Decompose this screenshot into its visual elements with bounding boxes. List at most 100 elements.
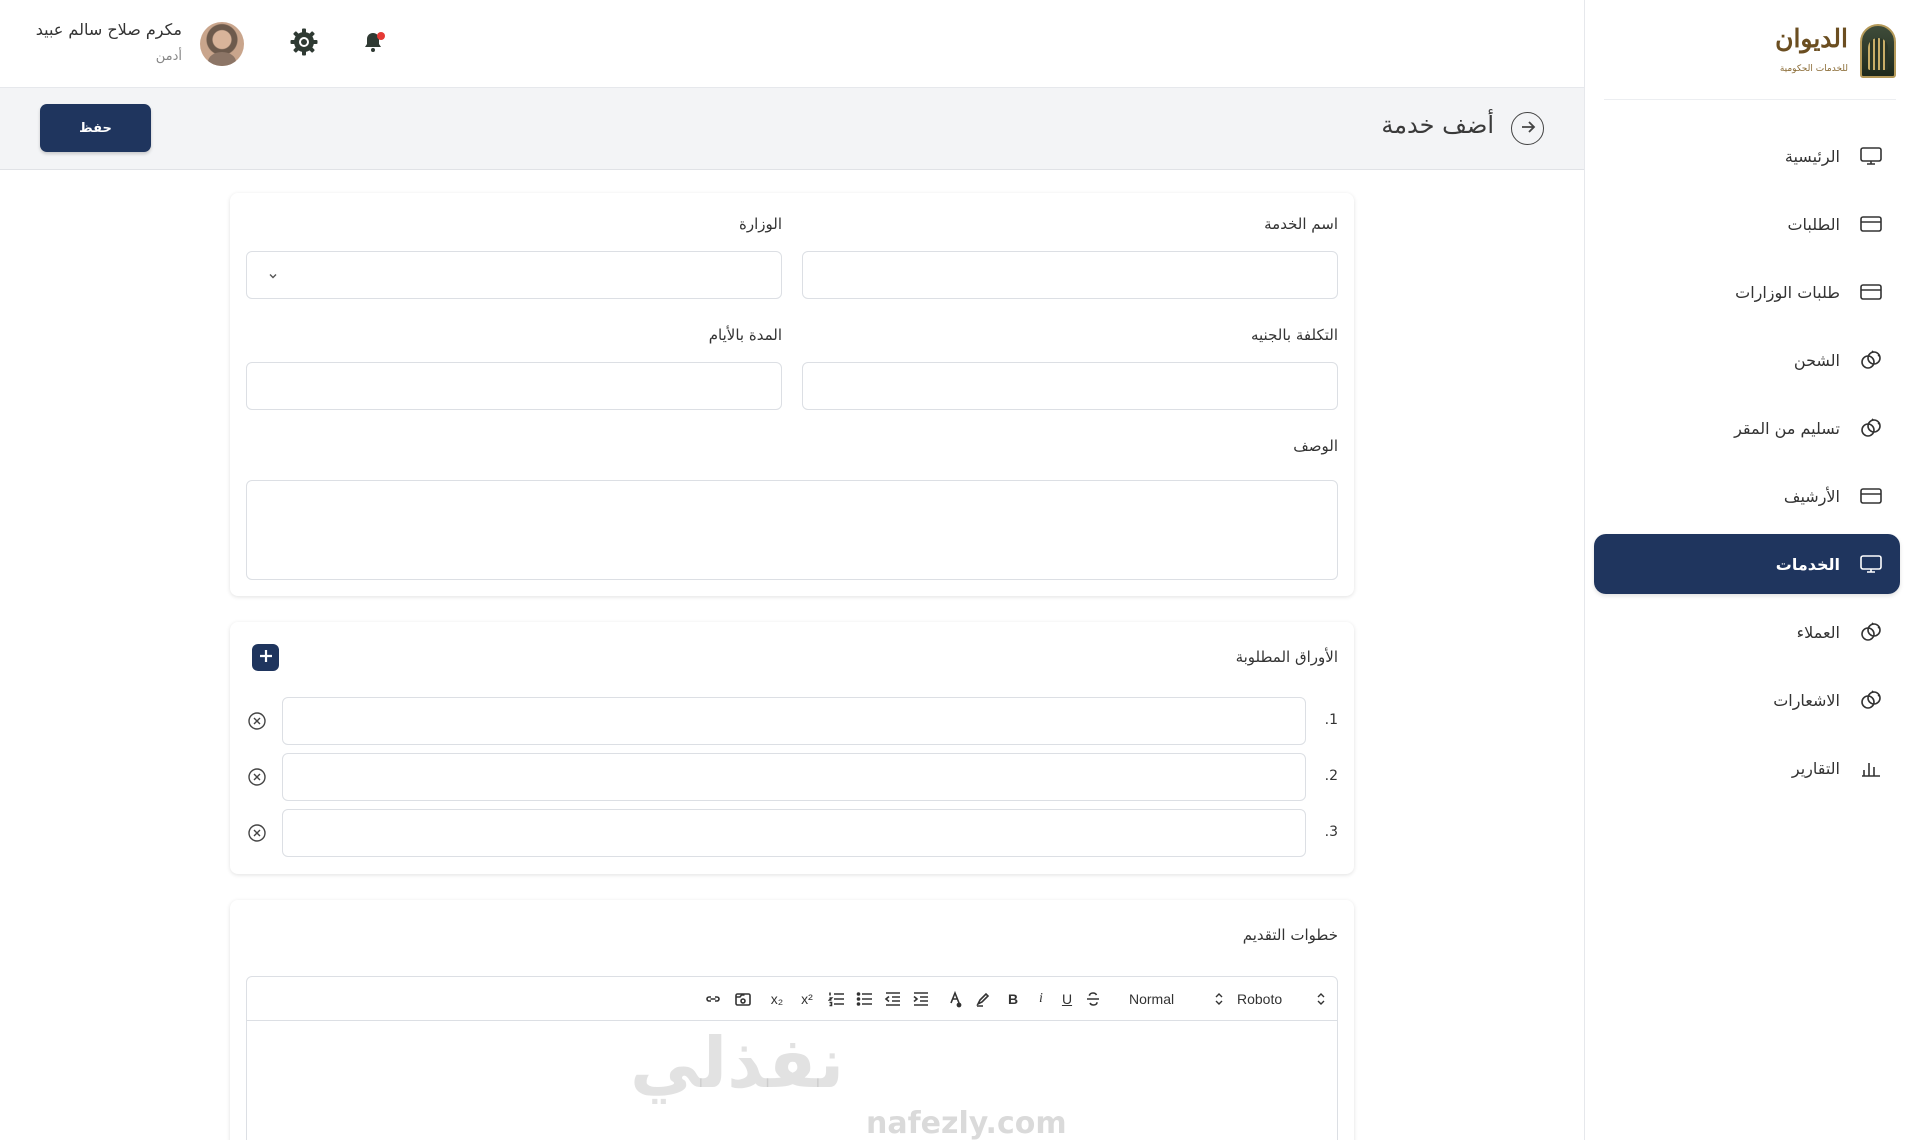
card-icon bbox=[1858, 484, 1884, 508]
required-documents-card: الأوراق المطلوبة .1 .2 .3 bbox=[230, 622, 1354, 874]
sidebar-item-clients[interactable]: العملاء bbox=[1594, 602, 1900, 662]
sidebar-item-services[interactable]: الخدمات bbox=[1594, 534, 1900, 594]
link-circles-icon bbox=[1858, 688, 1884, 712]
settings-button[interactable] bbox=[288, 28, 320, 60]
sidebar-item-requests[interactable]: الطلبات bbox=[1594, 194, 1900, 254]
sidebar-item-label: الاشعارات bbox=[1773, 690, 1840, 710]
sidebar-item-notifications[interactable]: الاشعارات bbox=[1594, 670, 1900, 730]
watermark-latin: nafezly.com bbox=[866, 1106, 1067, 1140]
add-document-button[interactable] bbox=[252, 644, 279, 671]
font-size-value: Normal bbox=[1129, 991, 1175, 1007]
subscript-button[interactable]: x₂ bbox=[767, 987, 787, 1011]
ministry-label: الوزارة bbox=[738, 215, 782, 233]
duration-label: المدة بالأيام bbox=[708, 326, 782, 344]
strikethrough-icon bbox=[1087, 992, 1099, 1006]
numbered-list-icon bbox=[828, 992, 844, 1007]
sidebar-item-home[interactable]: الرئيسية bbox=[1594, 126, 1900, 186]
sidebar: الديوان للخدمات الحكومية الرئيسية الطلبا… bbox=[1584, 0, 1920, 1140]
font-family-value: Roboto bbox=[1237, 991, 1283, 1007]
close-circle-icon bbox=[248, 824, 266, 842]
document-input[interactable] bbox=[282, 697, 1306, 745]
duration-input[interactable] bbox=[246, 362, 782, 410]
insert-link-button[interactable] bbox=[703, 987, 723, 1011]
sidebar-item-label: التقارير bbox=[1791, 758, 1840, 778]
page-title: أضف خدمة bbox=[1381, 111, 1494, 139]
sidebar-item-archive[interactable]: الأرشيف bbox=[1594, 466, 1900, 526]
sidebar-item-label: تسليم من المقر bbox=[1734, 418, 1840, 438]
sidebar-item-ministry-requests[interactable]: طلبات الوزارات bbox=[1594, 262, 1900, 322]
sidebar-item-shipping[interactable]: الشحن bbox=[1594, 330, 1900, 390]
notification-dot bbox=[377, 32, 385, 40]
notifications-button[interactable] bbox=[360, 30, 386, 58]
indent-icon bbox=[913, 992, 928, 1006]
insert-image-button[interactable] bbox=[733, 987, 753, 1011]
numbered-list-button[interactable] bbox=[827, 987, 847, 1011]
save-button[interactable]: حفظ bbox=[40, 104, 151, 152]
text-color-icon bbox=[950, 990, 962, 1008]
close-circle-icon bbox=[248, 768, 266, 786]
brand-logo[interactable]: الديوان للخدمات الحكومية bbox=[1604, 18, 1896, 100]
document-input[interactable] bbox=[282, 753, 1306, 801]
underline-button[interactable]: U bbox=[1057, 987, 1077, 1011]
document-input[interactable] bbox=[282, 809, 1306, 857]
remove-document-button[interactable] bbox=[247, 711, 267, 731]
sidebar-item-reports[interactable]: التقارير bbox=[1594, 738, 1900, 798]
bar-chart-icon bbox=[1858, 756, 1884, 780]
page-header: حفظ أضف خدمة bbox=[0, 88, 1584, 170]
plus-icon bbox=[258, 648, 274, 668]
ministry-select[interactable] bbox=[246, 251, 782, 299]
sidebar-item-pickup[interactable]: تسليم من المقر bbox=[1594, 398, 1900, 458]
strikethrough-button[interactable] bbox=[1083, 987, 1103, 1011]
bold-button[interactable]: B bbox=[1003, 987, 1023, 1011]
card-icon bbox=[1858, 280, 1884, 304]
close-circle-icon bbox=[248, 712, 266, 730]
gear-icon bbox=[289, 27, 319, 61]
bullet-list-button[interactable] bbox=[855, 987, 875, 1011]
font-size-select[interactable]: Normal bbox=[1129, 987, 1225, 1011]
remove-document-button[interactable] bbox=[247, 767, 267, 787]
sidebar-item-label: الرئيسية bbox=[1784, 146, 1840, 166]
text-color-button[interactable] bbox=[945, 987, 965, 1011]
link-circles-icon bbox=[1858, 416, 1884, 440]
image-icon bbox=[735, 993, 751, 1006]
link-circles-icon bbox=[1858, 348, 1884, 372]
outdent-button[interactable] bbox=[883, 987, 903, 1011]
outdent-icon bbox=[884, 992, 900, 1006]
sidebar-item-label: طلبات الوزارات bbox=[1735, 282, 1840, 302]
editor-toolbar: Roboto Normal U i B x² x₂ bbox=[247, 977, 1337, 1021]
document-row: .1 bbox=[230, 697, 1354, 745]
indent-button[interactable] bbox=[911, 987, 931, 1011]
watermark-arabic: نفذلي bbox=[630, 1022, 845, 1104]
description-textarea[interactable] bbox=[246, 480, 1338, 580]
avatar[interactable] bbox=[200, 22, 244, 66]
service-name-input[interactable] bbox=[802, 251, 1338, 299]
top-bar: مكرم صلاح سالم عبيد أدمن bbox=[0, 0, 1584, 88]
sidebar-item-label: الأرشيف bbox=[1783, 486, 1840, 506]
document-number: .3 bbox=[1324, 824, 1338, 840]
cost-label: التكلفة بالجنيه bbox=[1250, 326, 1338, 344]
select-arrows-icon bbox=[1215, 993, 1223, 1005]
highlight-button[interactable] bbox=[973, 987, 993, 1011]
service-name-label: اسم الخدمة bbox=[1264, 215, 1338, 233]
bullet-list-icon bbox=[856, 992, 872, 1006]
application-steps-card: خطوات التقديم Roboto Normal U i B x² x₂ bbox=[230, 900, 1354, 1140]
italic-button[interactable]: i bbox=[1031, 987, 1051, 1011]
sidebar-item-label: العملاء bbox=[1796, 622, 1840, 642]
sidebar-item-label: الخدمات bbox=[1775, 554, 1840, 574]
brand-subtitle: للخدمات الحكومية bbox=[1779, 64, 1848, 74]
service-info-card: اسم الخدمة الوزارة التكلفة بالجنيه المدة… bbox=[230, 193, 1354, 596]
chevron-down-icon bbox=[267, 270, 279, 282]
brand-emblem-icon bbox=[1860, 24, 1896, 78]
document-number: .1 bbox=[1324, 712, 1338, 728]
font-family-select[interactable]: Roboto bbox=[1237, 987, 1327, 1011]
bold-icon: B bbox=[1007, 991, 1019, 1007]
back-button[interactable] bbox=[1511, 112, 1544, 145]
sidebar-nav: الرئيسية الطلبات طلبات الوزارات الشحن تس… bbox=[1594, 126, 1900, 806]
document-row: .2 bbox=[230, 753, 1354, 801]
link-circles-icon bbox=[1858, 620, 1884, 644]
cost-input[interactable] bbox=[802, 362, 1338, 410]
superscript-button[interactable]: x² bbox=[797, 987, 817, 1011]
remove-document-button[interactable] bbox=[247, 823, 267, 843]
select-arrows-icon bbox=[1317, 993, 1325, 1005]
document-row: .3 bbox=[230, 809, 1354, 857]
